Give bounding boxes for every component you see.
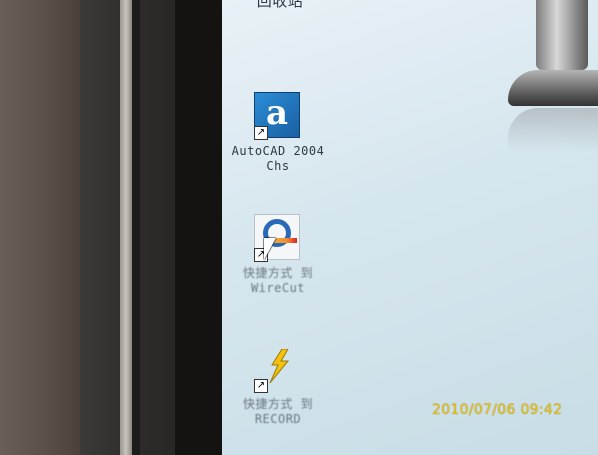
desktop-icon-label: 快捷方式 到 RECORD xyxy=(242,397,314,426)
desktop-icon-record[interactable]: ↗ 快捷方式 到 RECORD xyxy=(213,345,343,427)
record-icon: ↗ xyxy=(254,345,302,393)
autocad-icon: a ↗ xyxy=(254,92,302,140)
wirecut-icon: ↗ xyxy=(254,214,302,262)
desktop-icon-recycle-bin[interactable]: 回收站 xyxy=(215,0,345,9)
desktop-icon-autocad[interactable]: a ↗ AutoCAD 2004 Chs xyxy=(213,92,343,174)
mouse-cursor-icon xyxy=(264,238,276,260)
camera-timestamp: 2010/07/06 09:42 xyxy=(432,402,563,418)
wallpaper-reflection xyxy=(508,108,598,152)
desktop-icon-label: AutoCAD 2004 Chs xyxy=(231,144,325,173)
desktop-icon-wirecut[interactable]: ↗ 快捷方式 到 WireCut xyxy=(213,214,343,296)
bezel-edge xyxy=(132,0,140,455)
desktop-icon-label: 回收站 xyxy=(256,0,304,10)
shortcut-arrow-icon: ↗ xyxy=(254,126,268,140)
bezel-highlight xyxy=(120,0,132,455)
wallpaper-object-base xyxy=(508,70,598,106)
wall-background xyxy=(0,0,80,455)
desktop-icon-label: 快捷方式 到 WireCut xyxy=(242,266,314,295)
wallpaper-object xyxy=(536,0,588,70)
shortcut-arrow-icon: ↗ xyxy=(254,379,268,393)
